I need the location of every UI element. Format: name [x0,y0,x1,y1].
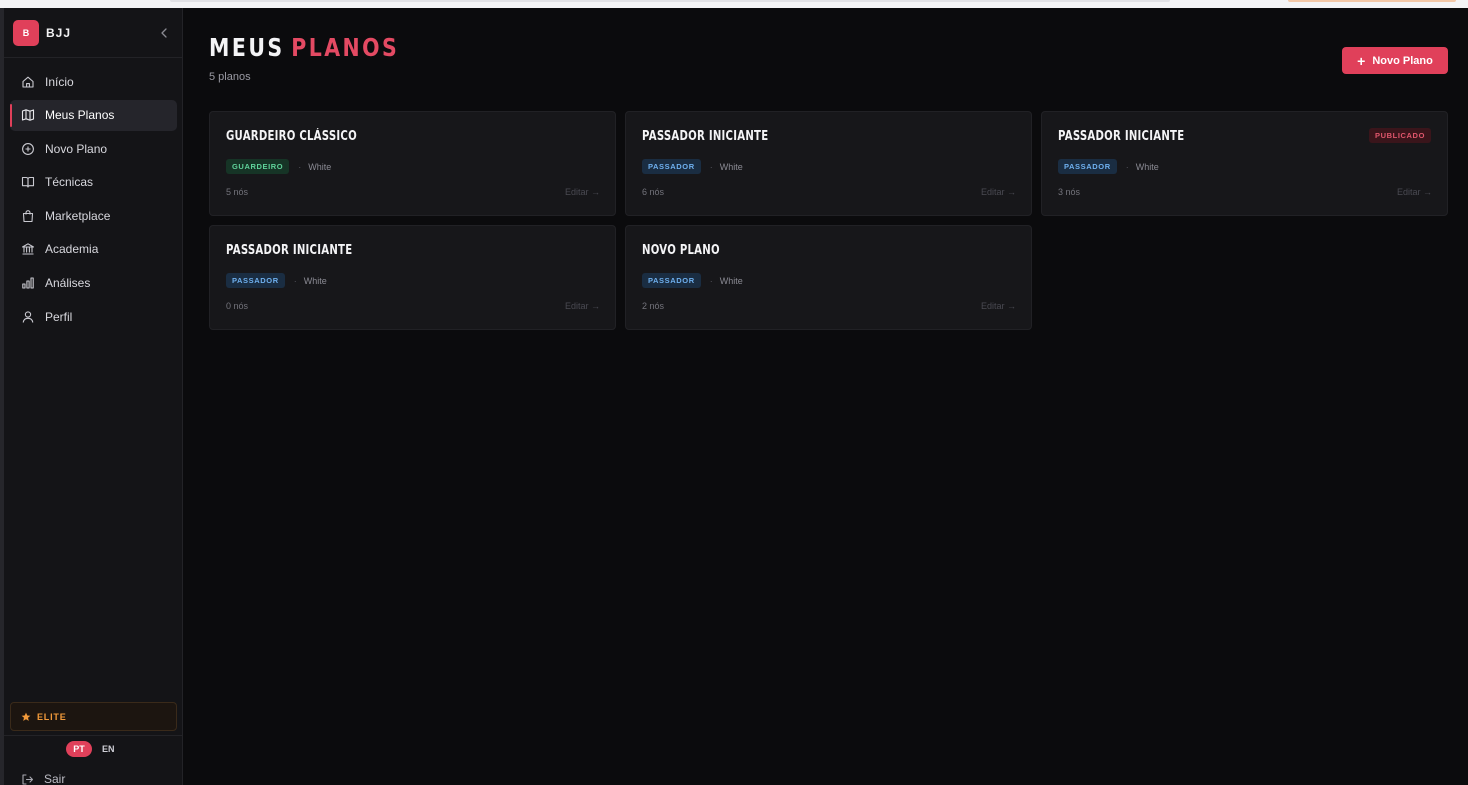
sidebar-item-label: Meus Planos [45,108,115,123]
plan-name: NOVO PLANO [642,243,720,258]
sidebar-item-tecnicas[interactable]: Técnicas [10,167,177,198]
home-icon [22,76,34,88]
plan-name: PASSADOR INICIANTE [226,243,353,258]
book-icon [21,177,35,188]
plan-node-count: 3 nós [1058,187,1081,197]
plan-node-count: 5 nós [226,187,249,197]
sidebar-item-analises[interactable]: Análises [10,268,177,299]
plan-belt: White [719,161,743,172]
collapse-sidebar-button[interactable] [156,25,172,41]
shopping-bag-icon [22,210,34,222]
plan-belt: White [303,275,327,286]
brand[interactable]: B BJJ [13,20,71,46]
page-title: MEUS PLANOS [209,33,399,62]
plan-type-tag: PASSADOR [642,159,701,174]
sidebar-item-novo-plano[interactable]: Novo Plano [10,133,177,164]
new-plan-button-label: Novo Plano [1372,54,1433,67]
edit-plan-link[interactable]: Editar → [981,301,1016,311]
elite-label: ELITE [37,711,67,722]
plan-card[interactable]: PASSADOR INICIANTE PUBLICADO PASSADOR · … [1041,111,1448,216]
plan-node-count: 0 nós [226,301,249,311]
browser-button-edge [1288,0,1456,2]
brand-logo: B [13,20,39,46]
plan-meta: PASSADOR · White [642,273,743,288]
plan-type-tag: PASSADOR [226,273,285,288]
sidebar-item-marketplace[interactable]: Marketplace [10,200,177,231]
sidebar-item-label: Análises [45,276,91,291]
meta-separator: · [293,275,297,286]
browser-top-strip [0,0,1468,8]
meta-separator: · [709,275,713,286]
user-icon [22,311,34,323]
meta-separator: · [1125,161,1129,172]
plan-belt: White [308,161,332,172]
plus-circle-icon [22,142,34,155]
sidebar-divider [4,57,182,58]
edit-plan-link[interactable]: Editar → [981,187,1016,197]
address-bar-edge [170,0,1170,2]
plan-card[interactable]: NOVO PLANO PASSADOR · White 2 nós Editar… [625,225,1032,330]
plan-node-count: 6 nós [642,187,665,197]
edit-plan-link[interactable]: Editar → [1397,187,1432,197]
sidebar-item-label: Novo Plano [45,141,108,156]
plan-name: PASSADOR INICIANTE [1058,129,1185,144]
logout-label: Sair [44,772,66,785]
star-icon [21,712,31,721]
elite-plan-badge[interactable]: ELITE [10,702,177,731]
sidebar-divider [4,735,182,736]
sidebar-item-label: Início [45,74,74,89]
building-icon [21,243,35,256]
bar-chart-icon [22,277,34,289]
language-en-button[interactable]: EN [102,744,115,754]
sidebar-item-academia[interactable]: Academia [10,234,177,265]
plan-meta: PASSADOR · White [1058,159,1159,174]
plan-meta: PASSADOR · White [642,159,743,174]
sidebar-nav: Início Meus Planos Novo Plano Técnicas M… [10,66,177,335]
sidebar-item-perfil[interactable]: Perfil [10,301,177,332]
sidebar-item-inicio[interactable]: Início [10,66,177,97]
main-content: MEUS PLANOS 5 planos + Novo Plano GUARDEI… [183,8,1468,785]
plan-node-count: 2 nós [642,301,665,311]
map-icon [21,109,35,121]
sidebar-item-label: Marketplace [45,208,111,223]
plan-type-tag: PASSADOR [1058,159,1117,174]
logout-icon [22,773,34,785]
plus-icon: + [1357,52,1366,69]
sidebar-item-label: Perfil [45,309,73,324]
brand-name: BJJ [46,26,72,40]
page-title-word-1: MEUS [209,33,285,62]
plan-name: PASSADOR INICIANTE [642,129,769,144]
published-badge: PUBLICADO [1369,128,1431,143]
sidebar-item-label: Técnicas [45,175,94,190]
language-switcher: PT EN [66,741,115,757]
plan-card[interactable]: GUARDEIRO CLÁSSICO GUARDEIRO · White 5 n… [209,111,616,216]
plans-count: 5 planos [209,71,251,83]
plan-card[interactable]: PASSADOR INICIANTE PASSADOR · White 0 nó… [209,225,616,330]
chevron-left-icon [161,28,167,38]
language-pt-button[interactable]: PT [66,741,92,757]
sidebar-item-label: Academia [45,242,99,257]
plan-belt: White [719,275,743,286]
plan-type-tag: GUARDEIRO [226,159,290,174]
page-title-word-2: PLANOS [291,33,400,62]
edit-plan-link[interactable]: Editar → [565,301,600,311]
sidebar-item-meus-planos[interactable]: Meus Planos [10,99,177,131]
edit-plan-link[interactable]: Editar → [565,187,600,197]
meta-separator: · [298,161,302,172]
meta-separator: · [709,161,713,172]
plan-type-tag: PASSADOR [642,273,701,288]
plan-card[interactable]: PASSADOR INICIANTE PASSADOR · White 6 nó… [625,111,1032,216]
new-plan-button[interactable]: + Novo Plano [1342,47,1448,74]
plan-belt: White [1135,161,1159,172]
plan-name: GUARDEIRO CLÁSSICO [226,129,357,144]
logout-button[interactable]: Sair [21,772,65,785]
sidebar: B BJJ Início Meus Planos Novo Plano Técn… [4,8,183,785]
plan-meta: PASSADOR · White [226,273,327,288]
plan-meta: GUARDEIRO · White [226,159,331,174]
